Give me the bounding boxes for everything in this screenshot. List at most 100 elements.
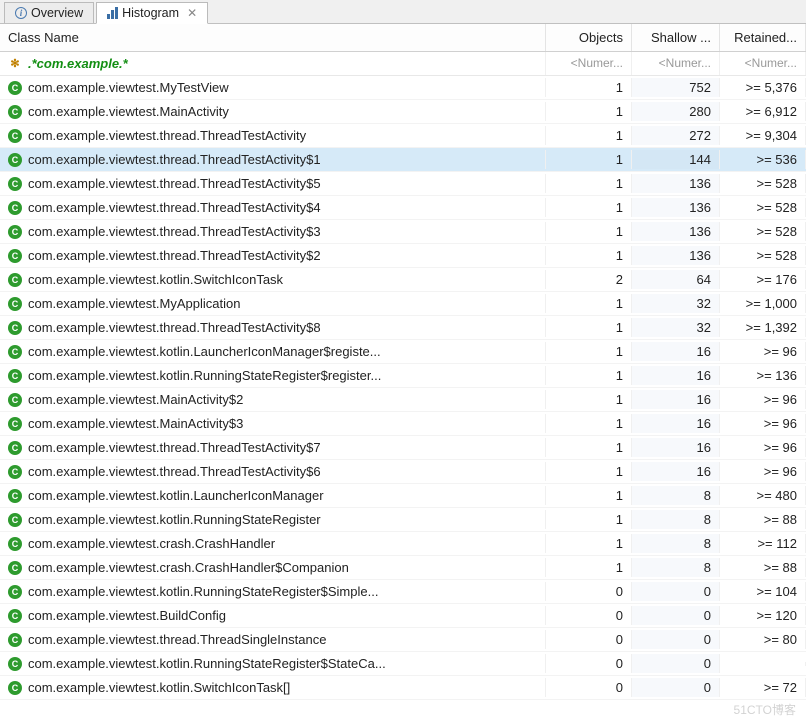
table-row[interactable]: Ccom.example.viewtest.kotlin.RunningStat…	[0, 580, 806, 604]
objects-cell: 1	[546, 534, 632, 553]
shallow-cell: 16	[632, 462, 720, 481]
class-icon: C	[8, 369, 22, 383]
class-name-text: com.example.viewtest.thread.ThreadTestAc…	[28, 248, 321, 263]
retained-cell: >= 72	[720, 678, 806, 697]
objects-cell: 1	[546, 462, 632, 481]
shallow-cell: 32	[632, 294, 720, 313]
retained-cell: >= 528	[720, 198, 806, 217]
shallow-cell: 16	[632, 414, 720, 433]
table-row[interactable]: Ccom.example.viewtest.thread.ThreadTestA…	[0, 316, 806, 340]
class-name-text: com.example.viewtest.BuildConfig	[28, 608, 226, 623]
objects-cell: 1	[546, 318, 632, 337]
header-class-name[interactable]: Class Name	[0, 24, 546, 51]
shallow-cell: 16	[632, 390, 720, 409]
shallow-cell: 16	[632, 342, 720, 361]
retained-cell: >= 528	[720, 222, 806, 241]
class-icon: C	[8, 465, 22, 479]
table-row[interactable]: Ccom.example.viewtest.thread.ThreadTestA…	[0, 196, 806, 220]
retained-cell: >= 176	[720, 270, 806, 289]
objects-cell: 0	[546, 606, 632, 625]
shallow-cell: 136	[632, 198, 720, 217]
header-shallow[interactable]: Shallow ...	[632, 24, 720, 51]
header-objects[interactable]: Objects	[546, 24, 632, 51]
retained-cell: >= 96	[720, 342, 806, 361]
table-row[interactable]: Ccom.example.viewtest.kotlin.RunningStat…	[0, 364, 806, 388]
retained-cell	[720, 662, 806, 666]
close-icon[interactable]: ✕	[187, 6, 197, 20]
class-name-text: com.example.viewtest.thread.ThreadTestAc…	[28, 128, 306, 143]
retained-cell: >= 9,304	[720, 126, 806, 145]
objects-cell: 1	[546, 246, 632, 265]
table-row[interactable]: Ccom.example.viewtest.thread.ThreadTestA…	[0, 148, 806, 172]
table-row[interactable]: Ccom.example.viewtest.MyApplication132>=…	[0, 292, 806, 316]
shallow-cell: 16	[632, 438, 720, 457]
header-retained[interactable]: Retained...	[720, 24, 806, 51]
table-row[interactable]: Ccom.example.viewtest.crash.CrashHandler…	[0, 532, 806, 556]
retained-cell: >= 6,912	[720, 102, 806, 121]
filter-query: .*com.example.*	[28, 56, 128, 71]
objects-cell: 1	[546, 78, 632, 97]
table-row[interactable]: Ccom.example.viewtest.thread.ThreadTestA…	[0, 244, 806, 268]
filter-shallow[interactable]: <Numer...	[632, 52, 720, 75]
class-icon: C	[8, 441, 22, 455]
tab-histogram[interactable]: Histogram ✕	[96, 2, 208, 24]
objects-cell: 1	[546, 222, 632, 241]
shallow-cell: 136	[632, 246, 720, 265]
tab-overview-label: Overview	[31, 6, 83, 20]
table-row[interactable]: Ccom.example.viewtest.kotlin.RunningStat…	[0, 508, 806, 532]
retained-cell: >= 1,000	[720, 294, 806, 313]
shallow-cell: 16	[632, 366, 720, 385]
class-icon: C	[8, 249, 22, 263]
filter-cell[interactable]: ✻ .*com.example.*	[0, 52, 546, 75]
table-row[interactable]: Ccom.example.viewtest.BuildConfig00>= 12…	[0, 604, 806, 628]
table-row[interactable]: Ccom.example.viewtest.thread.ThreadSingl…	[0, 628, 806, 652]
class-name-text: com.example.viewtest.thread.ThreadTestAc…	[28, 176, 321, 191]
table-row[interactable]: Ccom.example.viewtest.crash.CrashHandler…	[0, 556, 806, 580]
table-header: Class Name Objects Shallow ... Retained.…	[0, 24, 806, 52]
shallow-cell: 136	[632, 174, 720, 193]
retained-cell: >= 1,392	[720, 318, 806, 337]
watermark: 51CTO博客	[734, 701, 796, 718]
class-icon: C	[8, 537, 22, 551]
table-row[interactable]: Ccom.example.viewtest.thread.ThreadTestA…	[0, 220, 806, 244]
shallow-cell: 32	[632, 318, 720, 337]
table-row[interactable]: Ccom.example.viewtest.kotlin.SwitchIconT…	[0, 676, 806, 700]
objects-cell: 1	[546, 486, 632, 505]
objects-cell: 1	[546, 150, 632, 169]
filter-retained[interactable]: <Numer...	[720, 52, 806, 75]
class-icon: C	[8, 105, 22, 119]
class-name-text: com.example.viewtest.crash.CrashHandler$…	[28, 560, 349, 575]
tab-overview[interactable]: i Overview	[4, 2, 94, 23]
table-row[interactable]: Ccom.example.viewtest.MainActivity$3116>…	[0, 412, 806, 436]
table-row[interactable]: Ccom.example.viewtest.MyTestView1752>= 5…	[0, 76, 806, 100]
class-icon: C	[8, 489, 22, 503]
shallow-cell: 0	[632, 630, 720, 649]
histogram-icon	[107, 7, 118, 19]
retained-cell: >= 88	[720, 558, 806, 577]
objects-cell: 1	[546, 390, 632, 409]
table-row[interactable]: Ccom.example.viewtest.kotlin.LauncherIco…	[0, 484, 806, 508]
class-name-text: com.example.viewtest.kotlin.LauncherIcon…	[28, 344, 381, 359]
retained-cell: >= 120	[720, 606, 806, 625]
table-row[interactable]: Ccom.example.viewtest.thread.ThreadTestA…	[0, 436, 806, 460]
table-row[interactable]: Ccom.example.viewtest.thread.ThreadTestA…	[0, 124, 806, 148]
table-row[interactable]: Ccom.example.viewtest.kotlin.SwitchIconT…	[0, 268, 806, 292]
shallow-cell: 0	[632, 582, 720, 601]
filter-objects[interactable]: <Numer...	[546, 52, 632, 75]
table-row[interactable]: Ccom.example.viewtest.thread.ThreadTestA…	[0, 172, 806, 196]
shallow-cell: 8	[632, 510, 720, 529]
table-row[interactable]: Ccom.example.viewtest.MainActivity$2116>…	[0, 388, 806, 412]
table-row[interactable]: Ccom.example.viewtest.MainActivity1280>=…	[0, 100, 806, 124]
table-row[interactable]: Ccom.example.viewtest.kotlin.LauncherIco…	[0, 340, 806, 364]
retained-cell: >= 96	[720, 390, 806, 409]
class-name-text: com.example.viewtest.kotlin.SwitchIconTa…	[28, 272, 283, 287]
retained-cell: >= 5,376	[720, 78, 806, 97]
filter-row: ✻ .*com.example.* <Numer... <Numer... <N…	[0, 52, 806, 76]
table-body: Ccom.example.viewtest.MyTestView1752>= 5…	[0, 76, 806, 700]
class-name-text: com.example.viewtest.kotlin.RunningState…	[28, 584, 378, 599]
objects-cell: 1	[546, 438, 632, 457]
table-row[interactable]: Ccom.example.viewtest.thread.ThreadTestA…	[0, 460, 806, 484]
retained-cell: >= 112	[720, 534, 806, 553]
table-row[interactable]: Ccom.example.viewtest.kotlin.RunningStat…	[0, 652, 806, 676]
class-icon: C	[8, 225, 22, 239]
